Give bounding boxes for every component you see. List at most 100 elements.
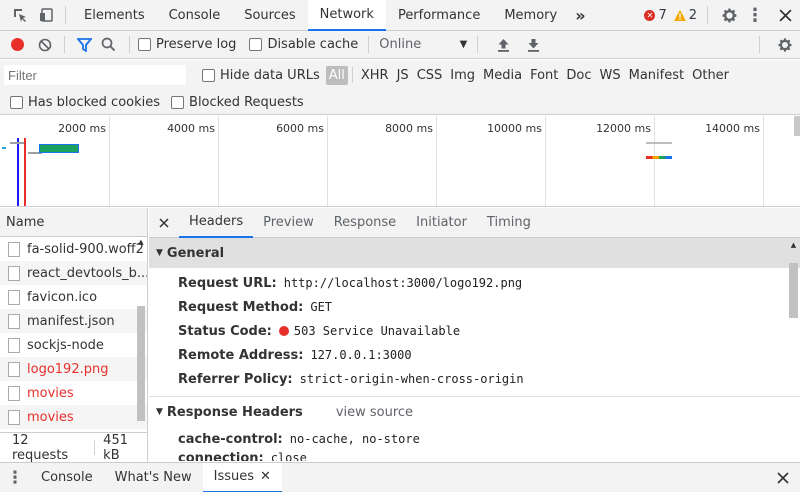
header-value: 503 Service Unavailable: [293, 324, 461, 338]
request-row[interactable]: movies: [0, 405, 147, 429]
export-har-download-icon[interactable]: [518, 31, 548, 59]
request-row[interactable]: favicon.ico: [0, 285, 147, 309]
scroll-up-arrow-icon[interactable]: ▲: [137, 238, 145, 246]
request-row[interactable]: react_devtools_b...: [0, 261, 147, 285]
blocked-requests-checkbox[interactable]: Blocked Requests: [171, 95, 304, 110]
scroll-up-arrow-icon[interactable]: ▲: [789, 241, 798, 249]
file-icon: [8, 289, 20, 305]
drawer-menu-icon[interactable]: ⋮: [0, 463, 30, 492]
filter-type-all[interactable]: All: [325, 65, 348, 85]
grid-line: [654, 116, 655, 206]
device-toolbar-icon[interactable]: [35, 0, 59, 31]
tab-memory[interactable]: Memory: [492, 0, 569, 31]
request-row[interactable]: fa-solid-900.woff2: [0, 237, 147, 261]
clear-log-icon[interactable]: [34, 31, 56, 59]
overview-scrollbar[interactable]: [794, 116, 800, 136]
detail-scrollbar[interactable]: ▲: [789, 241, 798, 459]
filter-type-xhr[interactable]: XHR: [357, 68, 393, 83]
search-icon[interactable]: [95, 31, 121, 59]
drawer-tab-whats-new[interactable]: What's New: [104, 463, 203, 492]
tab-network[interactable]: Network: [307, 0, 386, 31]
request-row[interactable]: movies: [0, 381, 147, 405]
scroll-thumb[interactable]: [137, 306, 145, 421]
filter-bar: Hide data URLs All XHR JS CSS Img Media …: [0, 60, 800, 90]
close-tab-icon[interactable]: ✕: [260, 469, 271, 484]
tick-label: 10000 ms: [487, 122, 542, 135]
tab-performance[interactable]: Performance: [386, 0, 492, 31]
request-list-scrollbar[interactable]: ▲: [137, 238, 145, 433]
tab-elements[interactable]: Elements: [72, 0, 157, 31]
request-bar: [10, 142, 24, 144]
scroll-thumb[interactable]: [789, 263, 798, 318]
checkbox-box[interactable]: [202, 68, 215, 82]
filter-type-ws[interactable]: WS: [596, 68, 625, 83]
record-button[interactable]: [0, 31, 34, 59]
inspect-element-icon[interactable]: [5, 0, 35, 31]
tab-response[interactable]: Response: [324, 208, 406, 238]
filter-input[interactable]: [4, 65, 186, 85]
checkbox-box[interactable]: [171, 95, 185, 109]
divider: [707, 6, 708, 24]
filter-funnel-icon[interactable]: [73, 31, 95, 59]
import-har-upload-icon[interactable]: [488, 31, 518, 59]
devtools-main-tabbar: Elements Console Sources Network Perform…: [0, 0, 800, 31]
drawer-tab-issues[interactable]: Issues ✕: [202, 462, 282, 492]
filter-type-font[interactable]: Font: [526, 68, 562, 83]
tab-timing[interactable]: Timing: [477, 208, 541, 238]
error-counter[interactable]: ✕ 7: [644, 8, 667, 23]
filter-type-css[interactable]: CSS: [413, 68, 447, 83]
grid-line: [218, 116, 219, 206]
close-devtools-icon[interactable]: [770, 0, 800, 31]
tab-initiator[interactable]: Initiator: [406, 208, 477, 238]
header-value: 127.0.0.1:3000: [310, 348, 412, 362]
filter-type-js[interactable]: JS: [393, 68, 413, 83]
load-event-line: [24, 138, 26, 206]
more-options-icon[interactable]: ⋮: [740, 0, 770, 31]
hide-data-urls-checkbox[interactable]: Hide data URLs: [202, 68, 320, 83]
view-source-link[interactable]: view source: [336, 405, 413, 420]
disable-cache-checkbox[interactable]: Disable cache: [249, 37, 358, 52]
divider: [94, 440, 96, 455]
general-row: Request URL: http://localhost:3000/logo19…: [149, 271, 800, 295]
settings-gear-icon[interactable]: [718, 0, 740, 31]
has-blocked-cookies-checkbox[interactable]: Has blocked cookies: [10, 95, 160, 110]
filter-type-doc[interactable]: Doc: [562, 68, 595, 83]
drawer-tab-console[interactable]: Console: [30, 463, 104, 492]
filter-type-manifest[interactable]: Manifest: [625, 68, 688, 83]
record-icon: [10, 38, 24, 51]
file-icon: [8, 385, 20, 401]
more-tabs-button[interactable]: »: [569, 0, 591, 31]
tick-label: 4000 ms: [167, 122, 215, 135]
dropdown-caret-icon: ▼: [459, 39, 468, 50]
tab-sources[interactable]: Sources: [232, 0, 307, 31]
file-icon: [8, 265, 20, 281]
header-key: Remote Address:: [178, 347, 304, 363]
checkbox-box[interactable]: [10, 95, 23, 109]
warning-counter[interactable]: 2: [673, 8, 697, 23]
preserve-log-checkbox[interactable]: Preserve log: [138, 37, 236, 52]
request-row[interactable]: sockjs-node: [0, 333, 147, 357]
request-row[interactable]: manifest.json: [0, 309, 147, 333]
general-section-header[interactable]: ▼ General: [149, 238, 800, 268]
close-detail-icon[interactable]: [149, 208, 179, 238]
tab-console[interactable]: Console: [157, 0, 233, 31]
tab-preview[interactable]: Preview: [253, 208, 324, 238]
tab-headers[interactable]: Headers: [179, 208, 254, 238]
filter-type-media[interactable]: Media: [479, 68, 526, 83]
general-row: Request Method: GET: [149, 295, 800, 319]
checkbox-box[interactable]: [249, 38, 263, 51]
response-headers-section-header[interactable]: ▼ Response Headers view source: [149, 397, 800, 427]
network-overview-timeline[interactable]: 2000 ms 4000 ms 6000 ms 8000 ms 10000 ms…: [0, 116, 800, 207]
filter-type-other[interactable]: Other: [688, 68, 733, 83]
checkbox-box[interactable]: [138, 38, 151, 51]
close-drawer-icon[interactable]: [766, 463, 800, 492]
filter-type-img[interactable]: Img: [446, 68, 479, 83]
header-key: Referrer Policy:: [178, 371, 293, 387]
throttling-select[interactable]: Online ▼: [379, 37, 467, 52]
name-column-header[interactable]: Name: [0, 208, 147, 237]
grid-line: [436, 116, 437, 206]
warning-icon: [673, 9, 686, 21]
network-settings-gear-icon[interactable]: [770, 31, 800, 59]
request-row-selected[interactable]: logo192.png: [0, 357, 147, 381]
error-icon: ✕: [644, 9, 656, 21]
